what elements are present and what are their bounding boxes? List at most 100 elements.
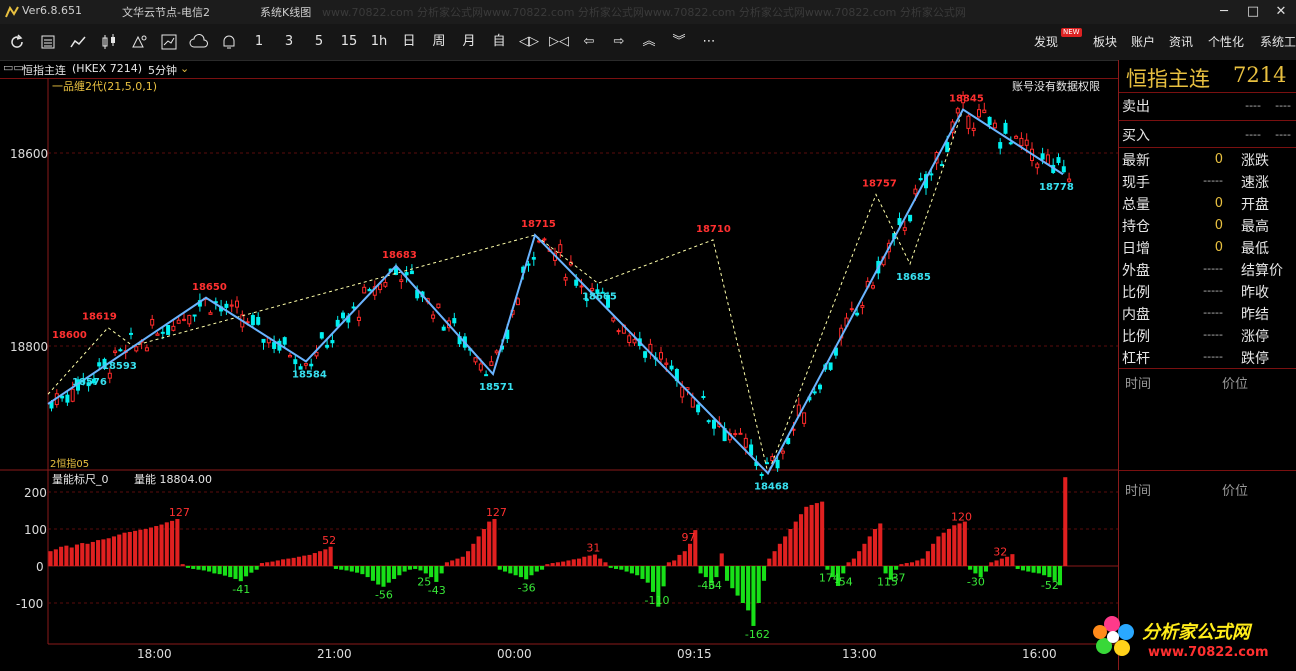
menu-sector[interactable]: 板块 bbox=[1093, 33, 1117, 50]
volume-bar bbox=[275, 560, 280, 566]
candle-body bbox=[441, 326, 446, 331]
period-custom[interactable]: 自 bbox=[488, 33, 510, 51]
volume-bar bbox=[973, 566, 978, 574]
volume-bar bbox=[85, 543, 90, 566]
candle-body bbox=[1014, 135, 1019, 139]
candle-body bbox=[1035, 163, 1040, 169]
quote-label: 现手 bbox=[1122, 175, 1150, 191]
volume-bar bbox=[286, 558, 291, 566]
candle-body bbox=[129, 332, 133, 335]
volume-bar bbox=[814, 503, 819, 566]
quote-code: 7214 bbox=[1233, 63, 1287, 87]
candle-body bbox=[362, 286, 367, 294]
minimize-icon[interactable]: ─ bbox=[1214, 2, 1234, 22]
menu-kline[interactable]: 系统K线图 bbox=[260, 4, 311, 20]
quote-value: 0 bbox=[1214, 152, 1223, 167]
report-icon[interactable] bbox=[158, 33, 180, 51]
candle-body bbox=[987, 116, 992, 125]
volume-bar bbox=[714, 566, 719, 578]
period-5m[interactable]: 5 bbox=[308, 33, 330, 51]
candle-body bbox=[404, 272, 409, 276]
symbol-toggle-icon[interactable]: ▭▭ bbox=[3, 61, 24, 74]
volume-indicator-name[interactable]: 量能标尺_0 bbox=[52, 472, 109, 486]
maximize-icon[interactable]: □ bbox=[1243, 2, 1263, 22]
volume-bar bbox=[603, 562, 608, 566]
candle-body bbox=[632, 339, 637, 344]
candle-body bbox=[611, 317, 616, 322]
chevron-up-icon[interactable]: ︽ bbox=[638, 33, 660, 51]
volume-bar bbox=[983, 566, 989, 572]
period-month[interactable]: 月 bbox=[458, 33, 480, 51]
period-3m[interactable]: 3 bbox=[278, 33, 300, 51]
menu-personalize[interactable]: 个性化 bbox=[1208, 33, 1244, 50]
bell-icon[interactable] bbox=[218, 33, 240, 51]
volume-bar bbox=[207, 566, 212, 572]
candle-body bbox=[208, 312, 213, 315]
quote-value: 0 bbox=[1214, 240, 1223, 255]
arrow-right-icon[interactable]: ⇨ bbox=[608, 33, 630, 51]
close-icon[interactable]: ✕ bbox=[1271, 2, 1291, 22]
volume-bar bbox=[244, 566, 249, 577]
candle-body bbox=[955, 108, 960, 114]
zoom-out-icon[interactable]: ▷◁ bbox=[548, 33, 570, 51]
period-week[interactable]: 周 bbox=[428, 33, 450, 51]
pivot-label: 18600 bbox=[52, 330, 87, 341]
candle-body bbox=[144, 347, 149, 352]
candle-body bbox=[998, 142, 1003, 149]
volume-bar bbox=[434, 566, 439, 582]
candle-body bbox=[118, 349, 123, 352]
no-permission-notice: 账号没有数据权限 bbox=[1012, 79, 1100, 93]
candle-body bbox=[166, 324, 171, 335]
candle-body bbox=[828, 362, 833, 370]
sell-label: 卖出 bbox=[1122, 99, 1150, 115]
quote-label: 杠杆 bbox=[1122, 351, 1150, 367]
candle-icon[interactable] bbox=[98, 33, 120, 51]
pivot-label: 18710 bbox=[696, 224, 731, 235]
volume-bar bbox=[841, 566, 846, 574]
volume-label: -41 bbox=[232, 583, 250, 596]
menu-system[interactable]: 系统工 bbox=[1260, 33, 1296, 50]
quote-panel: 恒指主连 7214 卖出 ---- ---- 买入 ---- ---- 最新 0 涨… bbox=[1118, 60, 1296, 670]
chevron-down-icon[interactable]: ︾ bbox=[668, 33, 690, 51]
candle-body bbox=[669, 365, 674, 370]
candle-body bbox=[759, 473, 764, 476]
x-tick-0000: 00:00 bbox=[497, 647, 532, 661]
volume-bar bbox=[407, 566, 412, 570]
volume-bar bbox=[90, 541, 95, 566]
strategy-icon[interactable] bbox=[128, 33, 150, 51]
candle-body bbox=[992, 122, 997, 129]
volume-bar bbox=[307, 554, 312, 566]
candle-body bbox=[515, 298, 520, 306]
pivot-label: 18619 bbox=[82, 312, 117, 323]
list-icon[interactable] bbox=[37, 33, 59, 51]
quote-label: 外盘 bbox=[1122, 263, 1150, 279]
period-day[interactable]: 日 bbox=[398, 33, 420, 51]
menu-discover[interactable]: 发现 bbox=[1034, 33, 1058, 50]
arrow-left-icon[interactable]: ⇦ bbox=[578, 33, 600, 51]
period-selector[interactable]: 5分钟 bbox=[148, 62, 177, 78]
line-chart-icon[interactable] bbox=[67, 33, 89, 51]
volume-label: 25 bbox=[417, 575, 431, 588]
zoom-in-icon[interactable]: ◁▷ bbox=[518, 33, 540, 51]
quote-label-right: 昨收 bbox=[1241, 285, 1269, 301]
chevron-down-icon[interactable]: ⌄ bbox=[180, 62, 189, 75]
refresh-icon[interactable] bbox=[6, 33, 28, 51]
server-label: 文华云节点-电信2 bbox=[122, 6, 210, 19]
period-1m[interactable]: 1 bbox=[248, 33, 270, 51]
candle-body bbox=[1024, 139, 1029, 146]
symbol-name: 恒指主连 bbox=[22, 64, 66, 77]
more-icon[interactable]: ⋯ bbox=[698, 33, 720, 51]
candle-body bbox=[293, 359, 298, 365]
candle-body bbox=[1045, 154, 1050, 165]
volume-bar bbox=[619, 566, 624, 570]
candle-body bbox=[780, 450, 785, 454]
period-15m[interactable]: 15 bbox=[338, 33, 360, 51]
period-1h[interactable]: 1h bbox=[368, 33, 390, 51]
dashed-trend-line bbox=[47, 109, 964, 476]
menu-news[interactable]: 资讯 bbox=[1169, 33, 1193, 50]
indicator-name[interactable]: 一品缠2代(21,5,0,1) bbox=[52, 79, 157, 93]
cloud-icon[interactable] bbox=[188, 33, 210, 51]
menu-account[interactable]: 账户 bbox=[1131, 33, 1155, 50]
quote-label-right: 昨结 bbox=[1241, 307, 1269, 323]
volume-bar bbox=[915, 560, 920, 566]
